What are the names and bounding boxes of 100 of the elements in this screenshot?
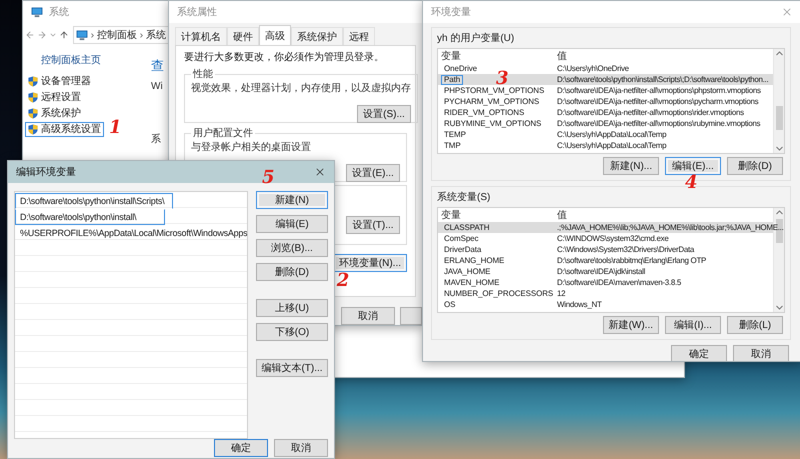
variable-name: RUBYMINE_VM_OPTIONS (443, 118, 542, 128)
annotation-number: 2 (336, 272, 350, 290)
table-row[interactable]: OS Windows_NT (438, 299, 773, 310)
ok-button[interactable]: 确定 (671, 345, 727, 361)
window-title: 编辑环境变量 (16, 166, 76, 179)
tab[interactable]: 远程 (343, 27, 375, 45)
tab[interactable]: 计算机名 (175, 27, 227, 45)
table-row[interactable]: PHPSTORM_VM_OPTIONS D:\software\IDEA\ja-netfilter-all\vmoptions\phpstorm.vmoptions (438, 85, 773, 96)
table-row[interactable]: RUBYMINE_VM_OPTIONS D:\software\IDEA\ja-netfilter-all\vmoptions\rubymine.vmoptions (438, 118, 773, 129)
tab[interactable]: 高级 (259, 25, 291, 45)
action-button[interactable]: 编辑(E)... (665, 157, 721, 175)
variable-value: D:\software\IDEA\maven\maven-3.8.5 (557, 278, 682, 288)
close-icon (781, 6, 793, 18)
table-row[interactable]: PYCHARM_VM_OPTIONS D:\software\IDEA\ja-netfilter-all\vmoptions\pycharm.vmoptions (438, 96, 773, 107)
ok-button[interactable]: 确定 (214, 439, 268, 457)
action-button[interactable]: 编辑(I)... (665, 316, 721, 334)
variable-value: C:\Users\yh\AppData\Local\Temp (557, 140, 666, 150)
variable-name: PHPSTORM_VM_OPTIONS (443, 86, 546, 96)
group-description: 与登录帐户相关的桌面设置 (191, 140, 312, 154)
action-button[interactable]: 浏览(B)... (256, 239, 328, 257)
variable-value: D:\software\IDEA\ja-netfilter-all\vmoptions\rider.vmoptions (557, 108, 744, 118)
path-entry[interactable]: %USERPROFILE%\AppData\Local\Microsoft\WindowsApps (15, 225, 247, 241)
address-bar[interactable]: 控制面板 系统 (73, 26, 169, 44)
action-button[interactable]: 新建(N) (256, 191, 328, 209)
variable-name: NUMBER_OF_PROCESSORS (443, 288, 554, 298)
chevron-up-icon[interactable] (776, 210, 782, 215)
variable-name: TMP (443, 140, 462, 150)
action-button[interactable]: 编辑(E) (256, 215, 328, 233)
table-row[interactable]: RIDER_VM_OPTIONS D:\software\IDEA\ja-netfilter-all\vmoptions\rider.vmoptions (438, 107, 773, 118)
tab[interactable]: 硬件 (227, 27, 259, 45)
tab[interactable]: 系统保护 (291, 27, 343, 45)
settings-button[interactable]: 设置(E)... (346, 164, 400, 182)
table-row[interactable]: MAVEN_HOME D:\software\IDEA\maven\maven-3.8.5 (438, 277, 773, 288)
variable-value: C:\Users\yh\OneDrive (557, 64, 629, 74)
action-button[interactable]: 上移(U) (256, 299, 328, 317)
chevron-down-icon[interactable] (776, 305, 782, 310)
variable-value: Windows_NT (557, 300, 602, 310)
home-link[interactable]: 控制面板主页 (41, 53, 101, 67)
sidebar-link[interactable]: 高级系统设置 (25, 122, 104, 137)
variable-value: 12 (557, 288, 566, 298)
breadcrumb-item[interactable]: 系统 (146, 28, 166, 42)
table-row[interactable]: TMP C:\Users\yh\AppData\Local\Temp (438, 140, 773, 151)
up-arrow-icon[interactable] (59, 30, 69, 40)
scrollbar-thumb[interactable] (776, 106, 782, 130)
variable-value: D:\software\IDEA\ja-netfilter-all\vmoptions\phpstorm.vmoptions (557, 86, 761, 96)
forward-arrow-icon[interactable] (37, 30, 47, 40)
variable-value: D:\software\tools\python\install\Scripts\;D:\software\tools\python... (557, 74, 768, 84)
table-row[interactable]: NUMBER_OF_PROCESSORS 12 (438, 288, 773, 299)
sidebar-link[interactable]: 远程设置 (25, 90, 84, 105)
action-button[interactable]: 新建(N)... (603, 157, 659, 175)
cancel-button[interactable]: 取消 (274, 439, 328, 457)
chevron-down-icon[interactable] (49, 31, 57, 39)
close-icon (314, 166, 326, 178)
cancel-button[interactable]: 取消 (733, 345, 789, 361)
action-button[interactable]: 新建(W)... (602, 316, 659, 334)
path-entry[interactable]: D:\software\tools\python\install\ (15, 209, 165, 225)
chevron-up-icon[interactable] (776, 51, 782, 56)
text: 系 (151, 132, 161, 146)
path-entry[interactable]: D:\software\tools\python\install\Scripts\ (15, 193, 174, 209)
variable-value: .;%JAVA_HOME%\lib;%JAVA_HOME%\lib\tools.jar;%JAVA_HOME... (557, 222, 784, 232)
link-text[interactable]: 查 (151, 57, 164, 75)
shield-icon (28, 76, 38, 87)
variable-name: DriverData (443, 244, 482, 254)
variable-value: D:\software\tools\rabbitmq\Erlang\Erlang OTP (557, 256, 706, 266)
back-arrow-icon[interactable] (25, 30, 35, 40)
apply-button[interactable] (400, 307, 422, 325)
action-button[interactable]: 下移(O) (256, 323, 328, 341)
cancel-button[interactable]: 取消 (341, 307, 395, 325)
variable-name: PYCHARM_VM_OPTIONS (443, 96, 540, 106)
sidebar-link[interactable]: 系统保护 (25, 106, 84, 121)
annotation-number: 5 (262, 169, 275, 187)
column-header[interactable]: 变量 (441, 50, 461, 62)
chevron-right-icon (89, 32, 96, 38)
scrollbar[interactable] (773, 49, 784, 153)
section-label: yh 的用户变量(U) (437, 32, 516, 45)
settings-button[interactable]: 设置(T)... (346, 216, 400, 234)
action-button[interactable]: 删除(L) (727, 316, 783, 334)
sidebar-link[interactable]: 设备管理器 (25, 74, 94, 89)
variable-value: C:\Users\yh\AppData\Local\Temp (557, 130, 666, 140)
breadcrumb-item[interactable]: 控制面板 (97, 28, 137, 42)
shield-icon (28, 92, 38, 103)
variable-name: MAVEN_HOME (443, 278, 500, 288)
variable-value: D:\software\IDEA\jdk\install (557, 266, 646, 276)
environment-variables-button[interactable]: 环境变量(N)... (332, 254, 407, 272)
table-row[interactable]: ERLANG_HOME D:\software\tools\rabbitmq\Erlang\Erlang OTP (438, 255, 773, 266)
variable-name: ComSpec (443, 234, 480, 244)
column-header[interactable]: 值 (557, 210, 567, 222)
action-button[interactable]: 编辑文本(T)... (256, 359, 328, 377)
variable-name: JAVA_HOME (443, 266, 492, 276)
table-row[interactable]: JAVA_HOME D:\software\IDEA\jdk\install (438, 266, 773, 277)
column-header[interactable]: 变量 (441, 210, 461, 222)
action-button[interactable]: 删除(D) (727, 157, 783, 175)
settings-button[interactable]: 设置(S)... (357, 105, 411, 123)
table-row[interactable]: DriverData C:\Windows\System32\Drivers\DriverData (438, 244, 773, 255)
chevron-down-icon[interactable] (776, 146, 782, 151)
table-row[interactable]: TEMP C:\Users\yh\AppData\Local\Temp (438, 129, 773, 140)
window-title: 系统属性 (177, 6, 217, 19)
table-row[interactable]: ComSpec C:\WINDOWS\system32\cmd.exe (438, 233, 773, 244)
action-button[interactable]: 删除(D) (256, 263, 328, 281)
column-header[interactable]: 值 (557, 50, 567, 62)
